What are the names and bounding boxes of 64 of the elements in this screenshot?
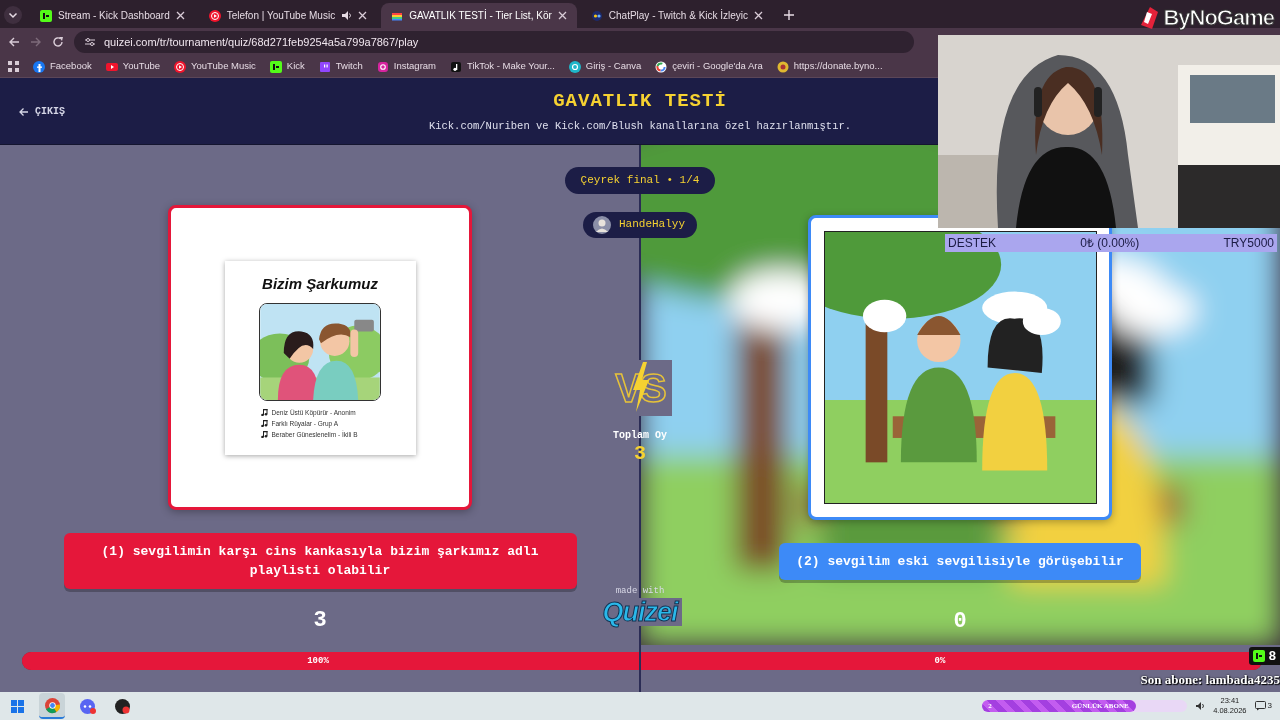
notification-button[interactable]: 3	[1254, 700, 1272, 712]
quiz-subtitle: Kick.com/Nuriben ve Kick.com/Blush kanallarına özel hazırlanmıştır.	[428, 119, 852, 135]
bookmark[interactable]: TikTok - Make Your...	[450, 59, 555, 74]
site-icon	[655, 60, 668, 73]
logo-icon	[1138, 5, 1161, 30]
quiz-title: GAVATLIK TESTİ	[553, 88, 727, 114]
site-icon	[318, 60, 331, 73]
music-note-icon	[260, 409, 268, 416]
music-note-icon	[260, 431, 268, 438]
browser-tab[interactable]: Stream - Kick Dashboard	[30, 3, 195, 28]
apps-icon	[8, 61, 19, 72]
site-icon	[174, 60, 187, 73]
browser-tab[interactable]: Telefon | YouTube Music	[198, 3, 378, 28]
site-icon	[40, 9, 52, 22]
logo-text: ByNoGame	[1163, 4, 1274, 32]
site-icon	[33, 60, 45, 73]
avatar-icon	[593, 215, 611, 234]
site-icon	[568, 60, 581, 73]
percent-label: 0%	[934, 655, 946, 668]
site-icon	[1252, 650, 1265, 662]
arrow-icon	[18, 106, 29, 117]
exit-button[interactable]: ÇIKIŞ	[18, 104, 65, 119]
music-note-icon	[260, 420, 268, 427]
app-icon	[113, 697, 131, 715]
back-icon	[8, 36, 20, 48]
bookmark[interactable]: Kick	[269, 59, 305, 74]
browser-tab[interactable]: ChatPlay - Twitch & Kick İzleyic	[580, 3, 774, 28]
option-button[interactable]: (1) sevgilimin karşı cins kankasıyla bizim şarkımız adlı playlisti olabilir	[63, 533, 577, 589]
viewer-badge: 8	[1248, 647, 1280, 665]
close-icon	[358, 11, 368, 20]
browser-tab[interactable]: GAVATLIK TESTİ - Tier List, Kör	[381, 3, 577, 28]
bookmark[interactable]: https://donate.byno...	[776, 59, 883, 74]
site-icon	[450, 60, 462, 73]
app-icon	[43, 696, 61, 714]
percent-label: 100%	[307, 655, 329, 668]
site-icon	[208, 9, 221, 22]
new-tab-icon	[783, 8, 796, 21]
vote-count: 3	[313, 607, 327, 635]
bookmark[interactable]: Instagram	[376, 59, 436, 74]
app-icon	[78, 697, 96, 715]
dropdown-icon[interactable]	[4, 5, 22, 24]
chat-icon	[1254, 701, 1266, 711]
forward-icon	[30, 36, 42, 48]
image-title: Bizim Şarkumuz	[262, 273, 378, 294]
reload-icon	[52, 36, 64, 48]
bookmark[interactable]: YouTube Music	[174, 59, 256, 74]
site-icon	[269, 60, 282, 73]
tune-icon	[84, 36, 96, 48]
bookmark[interactable]: YouTube	[105, 59, 161, 74]
bookmark[interactable]: Facebook	[33, 59, 92, 74]
address-bar[interactable]: quizei.com/tr/tournament/quiz/68d271feb9254a5a799a7867/play	[74, 31, 914, 53]
windows-icon	[8, 697, 26, 715]
last-subscriber: Son abone: lambada4235	[1140, 672, 1280, 688]
site-icon	[776, 60, 789, 73]
site-icon	[590, 9, 603, 22]
bookmark[interactable]: Twitch	[318, 59, 363, 74]
close-icon	[557, 11, 567, 20]
site-icon	[376, 60, 389, 73]
site-icon	[105, 60, 118, 73]
bookmark[interactable]: çeviri - Google'da Ara	[655, 59, 763, 74]
close-icon	[754, 11, 764, 20]
close-icon	[175, 11, 185, 20]
volume-icon	[1195, 701, 1206, 711]
bookmark[interactable]: Giriş - Canva	[568, 59, 642, 74]
